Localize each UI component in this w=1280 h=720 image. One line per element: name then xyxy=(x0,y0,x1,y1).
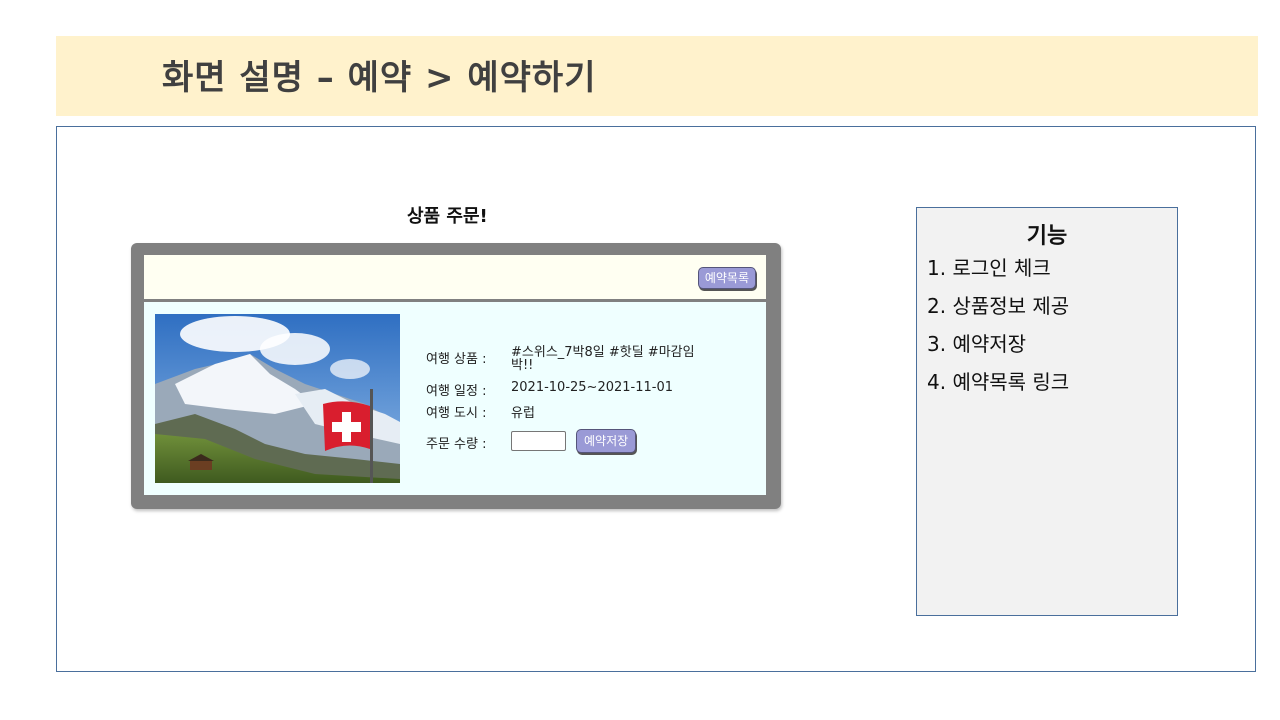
card-body: 여행 상품 : #스위스_7박8일 #핫딜 #마감임박!! 여행 일정 : 20… xyxy=(144,302,766,495)
slide-title: 화면 설명 – 예약 > 예약하기 xyxy=(162,58,597,98)
schedule-label: 여행 일정 : xyxy=(426,384,487,399)
feature-panel: 기능 1. 로그인 체크 2. 상품정보 제공 3. 예약저장 4. 예약목록 … xyxy=(916,207,1178,616)
product-image xyxy=(155,314,400,483)
product-value: #스위스_7박8일 #핫딜 #마감임박!! xyxy=(511,345,695,373)
feature-item: 1. 로그인 체크 xyxy=(927,256,1051,280)
city-value: 유럽 xyxy=(511,406,535,421)
quantity-input[interactable] xyxy=(511,431,566,451)
save-reservation-button[interactable]: 예약저장 xyxy=(576,429,637,453)
feature-list: 1. 로그인 체크 2. 상품정보 제공 3. 예약저장 4. 예약목록 링크 xyxy=(927,254,1069,406)
feature-title: 기능 xyxy=(1026,224,1068,249)
page-heading: 상품 주문! xyxy=(407,206,488,227)
order-card: 예약목록 여행 상품: #스위스_7박8일 #핫딜 #마감임박!! 여행 일정… xyxy=(131,243,781,509)
feature-item: 2. 상품정보 제공 xyxy=(927,294,1070,318)
title-band: 화면 설명 – 예약 > 예약하기 xyxy=(56,36,1258,116)
card-header: 예약목록 xyxy=(144,255,766,299)
feature-item: 3. 예약저장 xyxy=(927,332,1027,356)
feature-item: 4. 예약목록 링크 xyxy=(927,370,1070,394)
city-label: 여행 도시 : xyxy=(426,406,487,421)
reservation-list-button[interactable]: 예약목록 xyxy=(697,267,756,289)
product-label: 여행 상품 : xyxy=(426,352,487,367)
quantity-label: 주문 수량 : xyxy=(426,437,487,452)
schedule-value: 2021-10-25~2021-11-01 xyxy=(511,380,673,395)
